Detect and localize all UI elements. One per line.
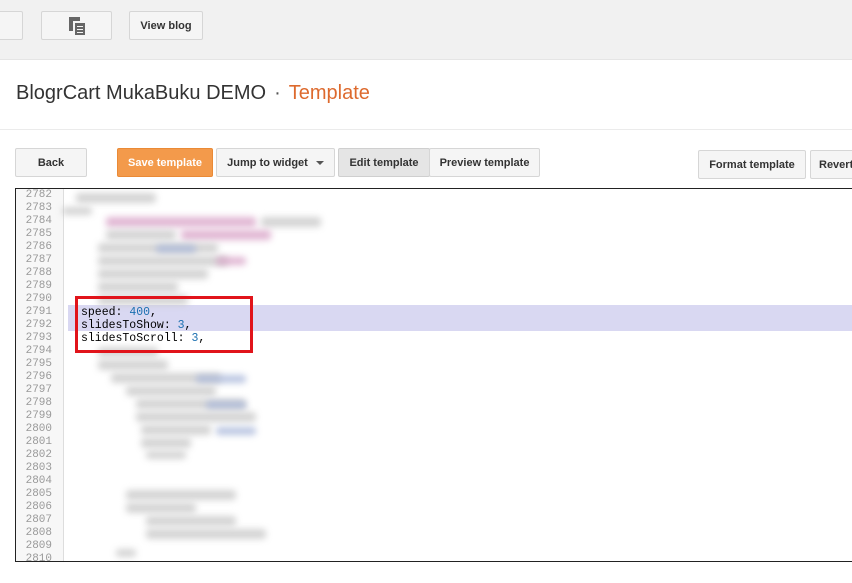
blurred-code	[146, 516, 236, 526]
revert-button[interactable]: Revert	[810, 150, 852, 179]
line-number: 2799	[25, 410, 52, 422]
line-number: 2784	[25, 215, 52, 227]
blurred-code	[156, 245, 196, 253]
toolbar-button-left[interactable]	[0, 11, 23, 40]
line-number: 2797	[25, 384, 52, 396]
chevron-down-icon	[315, 160, 324, 165]
line-number: 2786	[25, 241, 52, 253]
pages-button[interactable]	[41, 11, 112, 40]
line-number: 2795	[25, 358, 52, 370]
edit-template-button[interactable]: Edit template	[338, 148, 430, 177]
line-number: 2806	[25, 501, 52, 513]
line-number: 2785	[25, 228, 52, 240]
blurred-code	[181, 230, 271, 240]
template-code-editor[interactable]: 2782 2783 2784 2785 2786 2787 2788 2789 …	[15, 188, 852, 562]
line-number: 2798	[25, 397, 52, 409]
blurred-code	[146, 529, 266, 539]
line-number: 2809	[25, 540, 52, 552]
view-blog-button[interactable]: View blog	[129, 11, 203, 40]
blurred-code	[98, 282, 178, 292]
blurred-code	[98, 256, 228, 266]
blurred-code	[146, 451, 186, 459]
section-title: Template	[288, 82, 370, 104]
line-number: 2793	[25, 332, 52, 344]
blurred-code	[106, 217, 256, 227]
preview-template-button[interactable]: Preview template	[429, 148, 540, 177]
blurred-code	[126, 386, 216, 396]
blurred-code	[141, 438, 191, 448]
line-number: 2782	[25, 189, 52, 201]
blurred-code	[136, 412, 256, 422]
line-number: 2796	[25, 371, 52, 383]
line-number: 2800	[25, 423, 52, 435]
line-number: 2807	[25, 514, 52, 526]
line-number: 2804	[25, 475, 52, 487]
title-separator: ·	[274, 82, 281, 104]
line-number: 2805	[25, 488, 52, 500]
blurred-code	[116, 549, 136, 557]
blurred-code	[62, 207, 92, 215]
format-template-button[interactable]: Format template	[698, 150, 806, 179]
blurred-code	[106, 230, 176, 240]
divider	[0, 129, 852, 130]
blurred-code	[98, 360, 168, 370]
line-number: 2810	[25, 553, 52, 562]
blurred-code	[126, 503, 196, 513]
blurred-code	[76, 193, 156, 203]
line-number-gutter: 2782 2783 2784 2785 2786 2787 2788 2789 …	[16, 189, 64, 561]
line-number: 2790	[25, 293, 52, 305]
blurred-code	[261, 217, 321, 227]
blurred-code	[141, 425, 211, 435]
blurred-code	[206, 401, 246, 409]
line-number: 2802	[25, 449, 52, 461]
line-number: 2783	[25, 202, 52, 214]
line-number: 2808	[25, 527, 52, 539]
copy-pages-icon	[68, 16, 85, 35]
line-number: 2787	[25, 254, 52, 266]
blurred-code	[98, 269, 208, 279]
line-number: 2803	[25, 462, 52, 474]
blurred-code	[216, 257, 246, 265]
jump-to-widget-dropdown[interactable]: Jump to widget	[216, 148, 335, 177]
jump-to-widget-label: Jump to widget	[227, 156, 308, 169]
line-number: 2801	[25, 436, 52, 448]
line-number: 2788	[25, 267, 52, 279]
line-number: 2791	[25, 306, 52, 318]
blurred-code	[126, 490, 236, 500]
top-toolbar: View blog	[0, 0, 852, 60]
save-template-button[interactable]: Save template	[117, 148, 213, 177]
line-number: 2792	[25, 319, 52, 331]
highlight-annotation-box	[75, 296, 253, 353]
back-button[interactable]: Back	[15, 148, 87, 177]
blurred-code	[196, 375, 246, 383]
page-title: BlogrCart MukaBuku DEMO · Template	[16, 82, 370, 105]
line-number: 2789	[25, 280, 52, 292]
line-number: 2794	[25, 345, 52, 357]
blog-title: BlogrCart MukaBuku DEMO	[16, 82, 267, 104]
blurred-code	[216, 427, 256, 435]
